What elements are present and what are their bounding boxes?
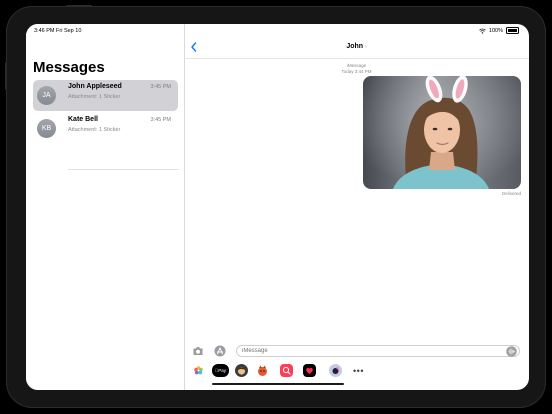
app-store-icon[interactable] [214, 345, 226, 357]
images-search-app-icon[interactable] [280, 364, 293, 377]
photo-attachment [363, 76, 521, 189]
apple-pay-app-icon[interactable]: Pay [212, 364, 229, 377]
wifi-icon [479, 28, 486, 34]
conversation-name: John Appleseed [68, 83, 122, 90]
photos-app-icon[interactable] [192, 364, 205, 377]
message-input[interactable] [236, 345, 520, 357]
digital-touch-app-icon[interactable] [303, 364, 316, 377]
app-drawer: Pay [184, 362, 529, 378]
conversation-time: 3:45 PM [150, 117, 171, 123]
message-timestamp: Today 3:44 PM [341, 69, 372, 74]
memoji-app-icon[interactable] [235, 364, 248, 377]
conversation-kate-bell[interactable]: KB Kate Bell 3:45 PM Attachment: 1 Stick… [33, 113, 178, 144]
status-indicators: 100% [479, 27, 519, 34]
volume-button [5, 62, 7, 90]
chat-header: John › [184, 38, 529, 59]
audio-waveform-icon[interactable] [506, 346, 517, 357]
avatar: JA [37, 86, 56, 105]
music-app-icon[interactable] [329, 364, 342, 377]
conversation-john-appleseed[interactable]: JA John Appleseed 3:45 PM Attachment: 1 … [33, 80, 178, 111]
animoji-app-icon[interactable] [256, 364, 269, 377]
conversation-time: 3:45 PM [150, 84, 171, 90]
top-button [66, 5, 92, 7]
apple-pay-label: Pay [216, 368, 226, 373]
chat-pane: John › iMessage Today 3:44 PM Delivered … [184, 24, 529, 390]
conversation-preview: Attachment: 1 Sticker [68, 127, 121, 133]
messages-title: Messages [33, 59, 105, 76]
screen: Messages JA John Appleseed 3:45 PM Attac… [26, 24, 529, 390]
battery-icon [506, 27, 519, 34]
status-time: 3:46 PM Fri Sep 10 [34, 28, 82, 34]
conversation-list-pane: Messages JA John Appleseed 3:45 PM Attac… [26, 24, 185, 390]
list-divider [68, 169, 179, 170]
status-bar: 3:46 PM Fri Sep 10 100% [26, 24, 529, 38]
contact-name-button[interactable]: John › [184, 43, 529, 50]
contact-name: John [346, 43, 364, 50]
more-apps-icon[interactable]: ••• [352, 364, 365, 377]
conversation-name: Kate Bell [68, 116, 98, 123]
home-indicator[interactable] [212, 383, 344, 385]
composer [184, 342, 529, 362]
delivered-status: Delivered [501, 191, 521, 196]
photo-message-bubble[interactable] [363, 76, 521, 189]
avatar: KB [37, 119, 56, 138]
chevron-right-icon: › [365, 44, 367, 50]
battery-percent: 100% [488, 27, 503, 34]
camera-icon[interactable] [192, 346, 204, 356]
conversation-preview: Attachment: 1 Sticker [68, 94, 121, 100]
